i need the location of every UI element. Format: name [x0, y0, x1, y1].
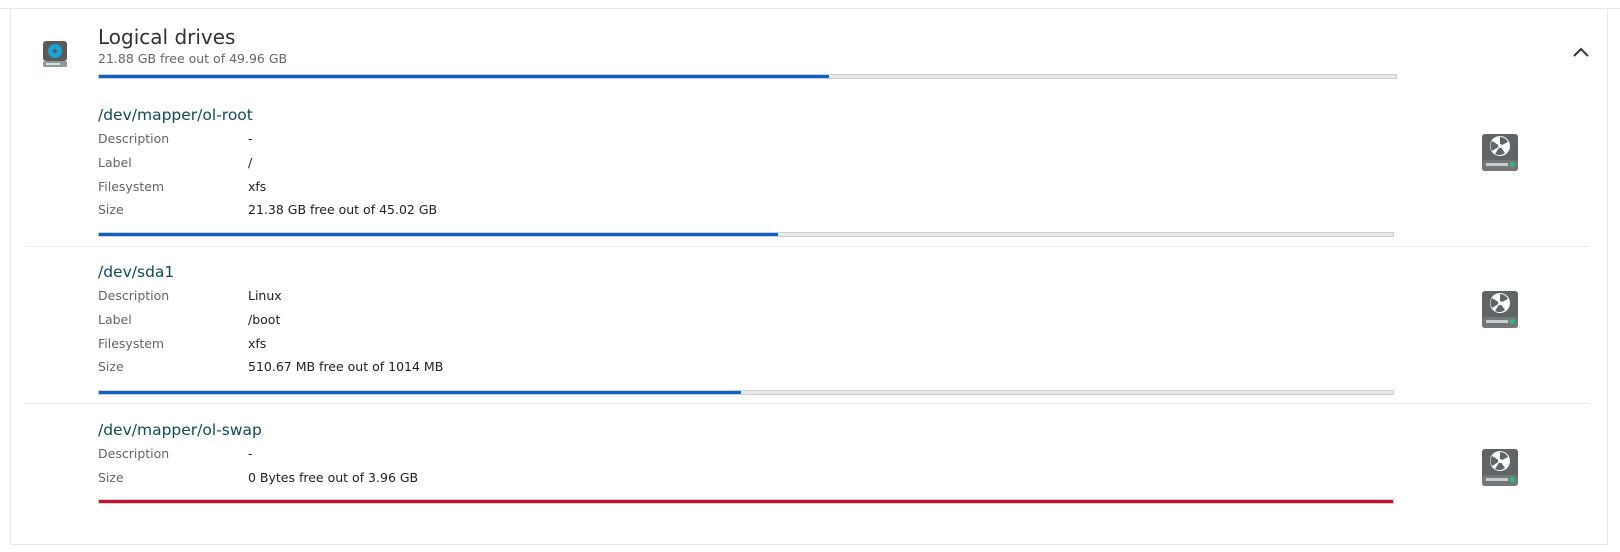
drive-usage-fill: [99, 391, 741, 394]
size-label: Size: [98, 359, 124, 374]
row-divider: [25, 403, 1590, 404]
filesystem-value: xfs: [248, 179, 267, 194]
row-divider: [25, 246, 1590, 247]
total-usage-bar: [98, 74, 1397, 79]
drive-usage-fill: [99, 233, 779, 236]
hard-drive-icon[interactable]: [1481, 132, 1519, 172]
hard-drive-icon[interactable]: [1481, 289, 1519, 329]
drive-name[interactable]: /dev/mapper/ol-swap: [98, 421, 262, 439]
drive-icon: [40, 39, 70, 69]
hard-drive-icon[interactable]: [1481, 447, 1519, 487]
description-value: Linux: [248, 288, 282, 303]
size-label: Size: [98, 470, 124, 485]
description-value: -: [248, 446, 253, 461]
size-value: 21.38 GB free out of 45.02 GB: [248, 202, 438, 217]
label-value: /: [248, 155, 253, 170]
description-value: -: [248, 131, 253, 146]
drive-usage-fill: [99, 500, 1393, 503]
label-label: Label: [98, 312, 132, 327]
description-label: Description: [98, 131, 170, 146]
total-usage-fill: [99, 75, 830, 78]
description-label: Description: [98, 288, 170, 303]
filesystem-label: Filesystem: [98, 336, 165, 351]
drive-usage-bar: [98, 499, 1394, 504]
description-label: Description: [98, 446, 170, 461]
label-label: Label: [98, 155, 132, 170]
drive-usage-bar: [98, 232, 1394, 237]
filesystem-value: xfs: [248, 336, 267, 351]
logical-drives-card: [10, 8, 1608, 545]
drive-name[interactable]: /dev/mapper/ol-root: [98, 106, 253, 124]
size-value: 0 Bytes free out of 3.96 GB: [248, 470, 419, 485]
drive-usage-bar: [98, 390, 1394, 395]
chevron-up-icon[interactable]: [1570, 44, 1592, 60]
section-summary: 21.88 GB free out of 49.96 GB: [98, 51, 288, 66]
size-label: Size: [98, 202, 124, 217]
section-title: Logical drives: [98, 25, 236, 49]
drive-name[interactable]: /dev/sda1: [98, 263, 174, 281]
label-value: /boot: [248, 312, 281, 327]
filesystem-label: Filesystem: [98, 179, 165, 194]
size-value: 510.67 MB free out of 1014 MB: [248, 359, 444, 374]
